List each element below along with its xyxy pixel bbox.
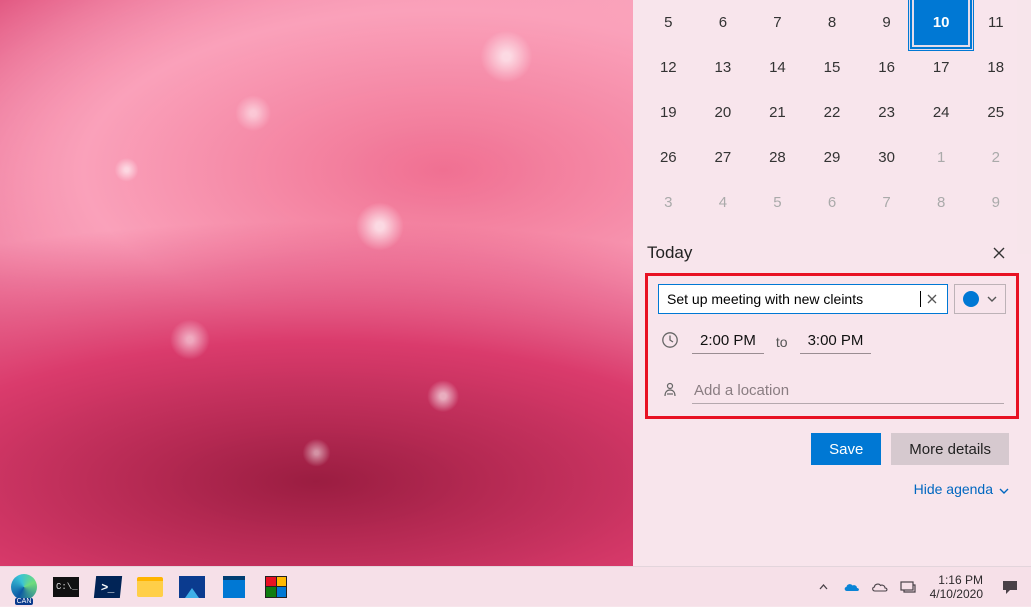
powertoys-icon <box>265 576 287 598</box>
edge-icon <box>11 574 37 600</box>
clear-icon[interactable] <box>921 288 943 310</box>
calendar-day[interactable]: 28 <box>750 135 805 180</box>
event-form: Set up meeting with new cleints 2:00 PM … <box>645 273 1019 419</box>
taskbar-date: 4/10/2020 <box>930 587 983 601</box>
calendar-day[interactable]: 8 <box>805 0 860 45</box>
taskbar-right: 1:16 PM 4/10/2020 <box>812 567 1031 607</box>
calendar-day[interactable]: 9 <box>968 180 1023 225</box>
taskbar-photos[interactable] <box>172 567 212 607</box>
calendar-day[interactable]: 21 <box>750 90 805 135</box>
agenda-title: Today <box>647 243 692 263</box>
calendar-day[interactable]: 7 <box>859 180 914 225</box>
calendar-day[interactable]: 12 <box>641 45 696 90</box>
calendar-day[interactable]: 8 <box>914 180 969 225</box>
category-dot-icon <box>963 291 979 307</box>
location-input[interactable] <box>692 378 1004 404</box>
calendar-day[interactable]: 5 <box>641 0 696 45</box>
calendar-day[interactable]: 11 <box>968 0 1023 45</box>
taskbar-edge[interactable]: CAN <box>4 567 44 607</box>
calendar-icon <box>223 576 245 598</box>
chevron-down-icon <box>999 481 1009 497</box>
calendar-day[interactable]: 13 <box>696 45 751 90</box>
calendar-day[interactable]: 1 <box>914 135 969 180</box>
taskbar-left: CAN C:\_ >_ <box>0 567 296 607</box>
onedrive-icon[interactable] <box>840 567 864 607</box>
calendar-flyout: 5678910111213141516171819202122232425262… <box>633 0 1031 566</box>
taskbar-powershell[interactable]: >_ <box>88 567 128 607</box>
clock-icon <box>660 331 680 354</box>
powershell-icon: >_ <box>94 576 122 598</box>
category-picker[interactable] <box>954 284 1006 314</box>
time-to-label: to <box>776 334 788 350</box>
tray-overflow-icon[interactable] <box>812 567 836 607</box>
location-icon <box>660 380 680 403</box>
calendar-day[interactable]: 24 <box>914 90 969 135</box>
event-title-input-wrap[interactable]: Set up meeting with new cleints <box>658 284 948 314</box>
taskbar-clock[interactable]: 1:16 PM 4/10/2020 <box>924 573 989 601</box>
terminal-icon: C:\_ <box>53 577 79 597</box>
calendar-day[interactable]: 7 <box>750 0 805 45</box>
calendar-day[interactable]: 20 <box>696 90 751 135</box>
taskbar-time: 1:16 PM <box>930 573 983 587</box>
calendar-day[interactable]: 16 <box>859 45 914 90</box>
calendar-day[interactable]: 3 <box>641 180 696 225</box>
folder-icon <box>137 577 163 597</box>
calendar-day[interactable]: 2 <box>968 135 1023 180</box>
taskbar-explorer[interactable] <box>130 567 170 607</box>
chevron-down-icon <box>987 293 997 305</box>
close-icon[interactable] <box>985 239 1013 267</box>
hide-agenda-link[interactable]: Hide agenda <box>641 481 1009 497</box>
edge-badge: CAN <box>15 598 34 605</box>
more-details-button[interactable]: More details <box>891 433 1009 465</box>
calendar-day[interactable]: 6 <box>696 0 751 45</box>
calendar-day[interactable]: 26 <box>641 135 696 180</box>
photos-icon <box>179 576 205 598</box>
calendar-day[interactable]: 9 <box>859 0 914 45</box>
hide-agenda-label: Hide agenda <box>914 481 993 497</box>
weather-icon[interactable] <box>868 567 892 607</box>
calendar-day[interactable]: 18 <box>968 45 1023 90</box>
network-icon[interactable] <box>896 567 920 607</box>
desktop-wallpaper[interactable] <box>0 0 633 566</box>
save-button[interactable]: Save <box>811 433 881 465</box>
end-time-field[interactable]: 3:00 PM <box>800 330 872 354</box>
calendar-day[interactable]: 10 <box>914 0 969 45</box>
event-title-input[interactable]: Set up meeting with new cleints <box>667 291 921 307</box>
calendar-day[interactable]: 29 <box>805 135 860 180</box>
calendar-day[interactable]: 4 <box>696 180 751 225</box>
taskbar-calendar[interactable] <box>214 567 254 607</box>
calendar-day[interactable]: 30 <box>859 135 914 180</box>
calendar-day[interactable]: 15 <box>805 45 860 90</box>
action-center-icon[interactable] <box>993 579 1027 595</box>
calendar-day[interactable]: 22 <box>805 90 860 135</box>
calendar-day[interactable]: 17 <box>914 45 969 90</box>
taskbar-powertoys[interactable] <box>256 567 296 607</box>
calendar-day[interactable]: 23 <box>859 90 914 135</box>
taskbar: CAN C:\_ >_ 1:16 PM 4/10/2020 <box>0 566 1031 606</box>
calendar-day[interactable]: 14 <box>750 45 805 90</box>
taskbar-terminal[interactable]: C:\_ <box>46 567 86 607</box>
calendar-day[interactable]: 27 <box>696 135 751 180</box>
calendar-day[interactable]: 6 <box>805 180 860 225</box>
calendar-day[interactable]: 5 <box>750 180 805 225</box>
calendar-grid: 5678910111213141516171819202122232425262… <box>641 0 1023 225</box>
calendar-day[interactable]: 19 <box>641 90 696 135</box>
start-time-field[interactable]: 2:00 PM <box>692 330 764 354</box>
calendar-day[interactable]: 25 <box>968 90 1023 135</box>
